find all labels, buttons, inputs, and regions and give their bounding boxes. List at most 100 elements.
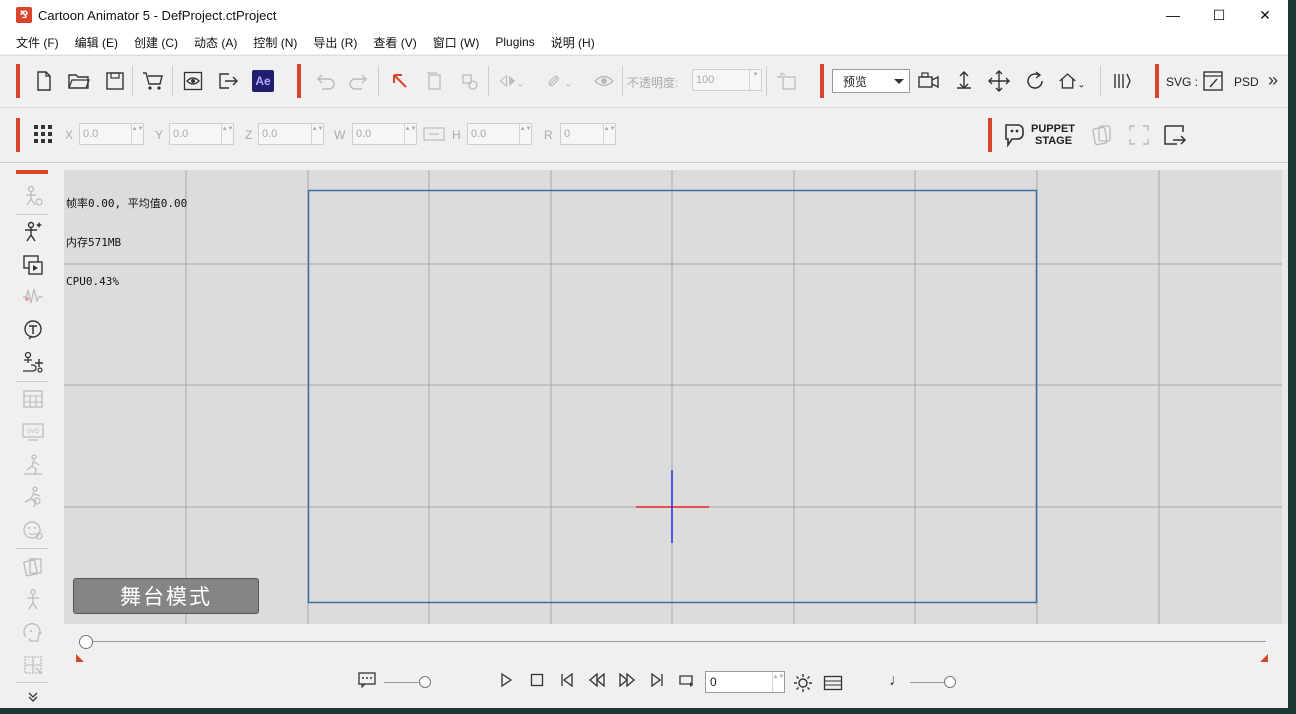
x-spinner[interactable]: ▲▼ bbox=[131, 124, 143, 144]
undo-icon[interactable] bbox=[312, 68, 338, 94]
flip-icon[interactable] bbox=[497, 68, 523, 94]
toolbar-overflow-icon[interactable]: » bbox=[1268, 70, 1278, 91]
sprite-switch-icon[interactable] bbox=[20, 554, 46, 580]
stage-scrollbar[interactable] bbox=[1282, 170, 1288, 624]
w-input[interactable]: 0.0 ▲▼ bbox=[352, 123, 417, 145]
scene-image-icon[interactable] bbox=[20, 252, 46, 278]
visibility-eye-icon[interactable] bbox=[591, 68, 617, 94]
r-input[interactable]: 0 ▲▼ bbox=[560, 123, 616, 145]
maximize-button[interactable]: ☐ bbox=[1196, 0, 1242, 30]
opacity-dropdown[interactable]: ▼ bbox=[749, 70, 761, 90]
toolbar-divider bbox=[622, 66, 623, 96]
text-bubble-icon[interactable] bbox=[20, 317, 46, 343]
audio-waveform-icon[interactable] bbox=[20, 284, 46, 310]
menu-plugins[interactable]: Plugins bbox=[487, 35, 542, 49]
content-store-cart-icon[interactable] bbox=[140, 68, 166, 94]
link-icon[interactable] bbox=[545, 68, 571, 94]
frame-number-input[interactable]: 0 ▲▼ bbox=[705, 671, 785, 693]
menu-view[interactable]: 查看 (V) bbox=[365, 34, 424, 51]
menu-animation[interactable]: 动态 (A) bbox=[186, 34, 245, 51]
r-spinner[interactable]: ▲▼ bbox=[603, 124, 615, 144]
range-end-marker[interactable] bbox=[1260, 654, 1268, 662]
head-turn-icon[interactable] bbox=[20, 619, 46, 645]
psd-button[interactable]: PSD bbox=[1234, 75, 1259, 89]
face-puppet-icon[interactable] bbox=[20, 517, 46, 543]
x-input[interactable]: 0.0 ▲▼ bbox=[79, 123, 144, 145]
timeline-bars-icon[interactable] bbox=[1109, 68, 1135, 94]
menu-bar: 文件 (F) 编辑 (E) 创建 (C) 动态 (A) 控制 (N) 导出 (R… bbox=[0, 30, 1288, 54]
select-arrow-icon[interactable] bbox=[387, 68, 413, 94]
opacity-input[interactable]: 100 ▼ bbox=[692, 69, 762, 91]
home-icon[interactable] bbox=[1058, 68, 1084, 94]
svg-text:SVG: SVG bbox=[27, 429, 40, 435]
walk-motion-icon[interactable] bbox=[20, 452, 46, 478]
fullscreen-icon[interactable] bbox=[1126, 122, 1152, 148]
z-input[interactable]: 0.0 ▲▼ bbox=[258, 123, 324, 145]
menu-window[interactable]: 窗口 (W) bbox=[425, 34, 488, 51]
timeline-playhead[interactable] bbox=[79, 635, 93, 649]
puppet-stage-button[interactable]: PUPPET STAGE bbox=[1001, 120, 1081, 150]
grid-snap-icon[interactable] bbox=[30, 121, 56, 147]
h-input[interactable]: 0.0 ▲▼ bbox=[467, 123, 532, 145]
expand-more-icon[interactable] bbox=[20, 684, 46, 708]
align-icon[interactable] bbox=[775, 68, 801, 94]
after-effects-icon[interactable]: Ae bbox=[250, 68, 276, 94]
next-frame-icon[interactable] bbox=[616, 669, 638, 691]
w-spinner[interactable]: ▲▼ bbox=[404, 124, 416, 144]
svg-import-icon[interactable]: SVG bbox=[20, 419, 46, 445]
transform-grid-icon[interactable] bbox=[20, 652, 46, 678]
preview-eye-icon[interactable] bbox=[180, 68, 206, 94]
svg-editor-icon[interactable] bbox=[1200, 68, 1226, 94]
y-input[interactable]: 0.0 ▲▼ bbox=[169, 123, 234, 145]
range-start-marker[interactable] bbox=[76, 654, 84, 662]
menu-create[interactable]: 创建 (C) bbox=[126, 34, 186, 51]
panel-layout-icon[interactable] bbox=[821, 671, 845, 695]
settings-sun-icon[interactable] bbox=[791, 671, 815, 695]
pan-move-icon[interactable] bbox=[986, 68, 1012, 94]
z-spinner[interactable]: ▲▼ bbox=[311, 124, 323, 144]
lock-ratio-icon[interactable] bbox=[422, 123, 446, 145]
h-spinner[interactable]: ▲▼ bbox=[519, 124, 531, 144]
stage-mode-button[interactable]: 舞台模式 bbox=[73, 578, 259, 614]
new-file-icon[interactable] bbox=[31, 68, 57, 94]
previous-frame-icon[interactable] bbox=[586, 669, 608, 691]
stage-viewport[interactable]: 帧率0.00, 平均值0.00 内存571MB CPU0.43% 舞台模式 bbox=[64, 170, 1282, 624]
close-button[interactable]: ✕ bbox=[1242, 0, 1288, 30]
save-icon[interactable] bbox=[102, 68, 128, 94]
speed-slider-knob[interactable] bbox=[419, 676, 431, 688]
volume-slider-knob[interactable] bbox=[944, 676, 956, 688]
minimize-button[interactable]: — bbox=[1150, 0, 1196, 30]
exit-stage-icon[interactable] bbox=[1162, 122, 1188, 148]
zoom-z-icon[interactable] bbox=[951, 68, 977, 94]
timeline-track[interactable] bbox=[80, 641, 1266, 642]
open-folder-icon[interactable] bbox=[66, 68, 92, 94]
frame-spinner[interactable]: ▲▼ bbox=[772, 672, 784, 692]
last-frame-icon[interactable] bbox=[646, 669, 668, 691]
cards-icon[interactable] bbox=[1089, 122, 1115, 148]
motion-path-icon[interactable] bbox=[20, 350, 46, 376]
first-frame-icon[interactable] bbox=[556, 669, 578, 691]
timeline-grid-icon[interactable] bbox=[20, 386, 46, 412]
rotate-icon[interactable] bbox=[1022, 68, 1048, 94]
menu-file[interactable]: 文件 (F) bbox=[8, 34, 67, 51]
replace-icon[interactable] bbox=[456, 68, 482, 94]
export-icon[interactable] bbox=[215, 68, 241, 94]
character-composer-icon[interactable] bbox=[20, 183, 46, 209]
body-puppet-icon[interactable] bbox=[20, 587, 46, 613]
stop-icon[interactable] bbox=[526, 669, 548, 691]
y-spinner[interactable]: ▲▼ bbox=[221, 124, 233, 144]
run-motion-icon[interactable] bbox=[20, 484, 46, 510]
camera-preset-select[interactable]: 预览 bbox=[832, 69, 910, 93]
camera-icon[interactable] bbox=[916, 68, 942, 94]
music-volume-icon[interactable]: ♩ bbox=[889, 672, 905, 690]
subtitle-icon[interactable] bbox=[356, 669, 378, 691]
duplicate-icon[interactable] bbox=[421, 68, 447, 94]
menu-export[interactable]: 导出 (R) bbox=[305, 34, 365, 51]
redo-icon[interactable] bbox=[346, 68, 372, 94]
menu-help[interactable]: 说明 (H) bbox=[543, 34, 603, 51]
menu-edit[interactable]: 编辑 (E) bbox=[67, 34, 126, 51]
character-rig-icon[interactable] bbox=[20, 219, 46, 245]
menu-control[interactable]: 控制 (N) bbox=[245, 34, 305, 51]
loop-icon[interactable] bbox=[676, 669, 698, 691]
play-icon[interactable] bbox=[495, 669, 517, 691]
